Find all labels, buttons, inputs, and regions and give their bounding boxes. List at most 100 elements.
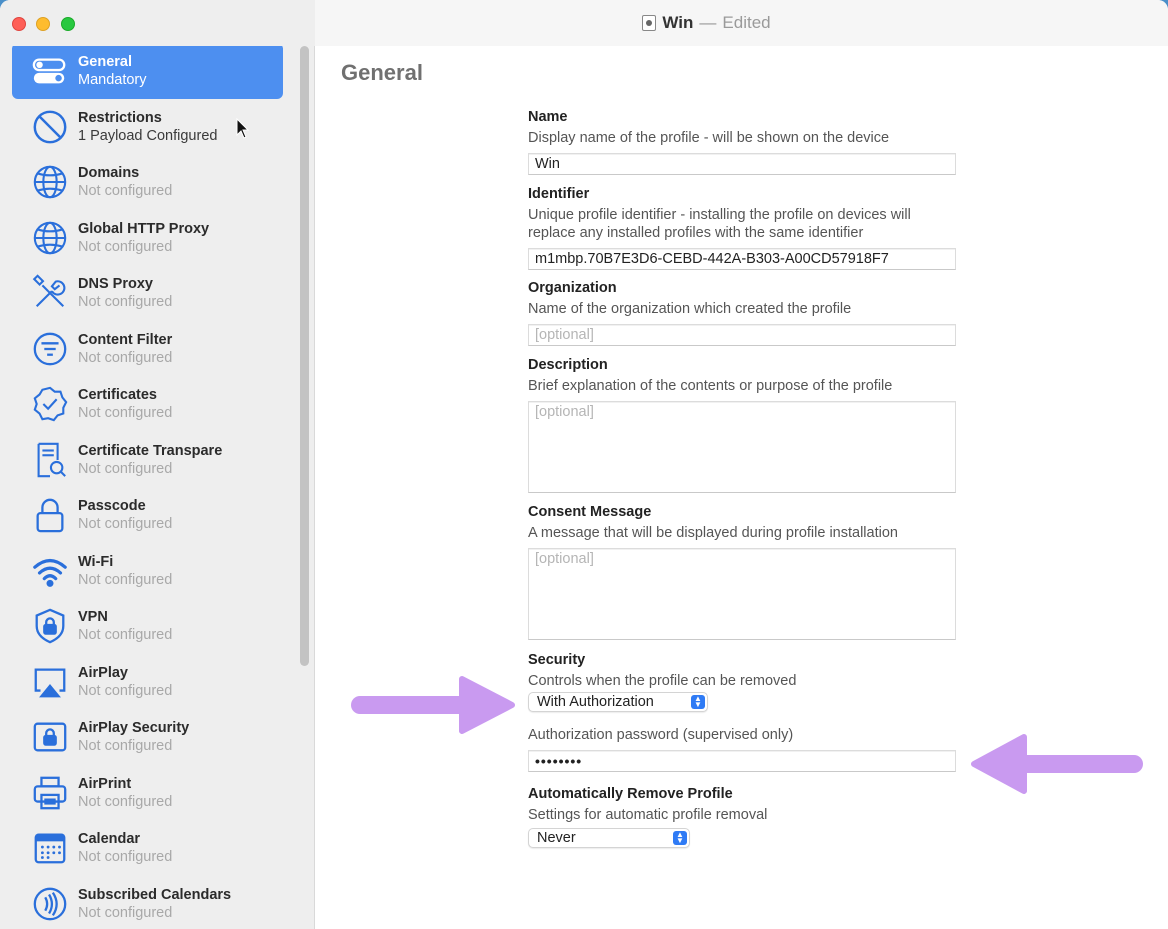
sidebar-item-title: DNS Proxy [78,276,153,292]
chevron-updown-icon: ▲ ▼ [673,831,687,845]
tools-icon [30,273,70,313]
sidebar-item-status: Not configured [78,683,173,699]
sidebar-item-passcode[interactable]: Passcode Not configured [12,487,283,543]
sidebar-item-status: Not configured [78,572,173,588]
document-search-icon [30,440,70,480]
identifier-field[interactable]: m1mbp.70B7E3D6-CEBD-442A-B303-A00CD57918… [528,248,956,270]
organization-label: Organization [528,280,617,296]
sidebar-item-title: AirPlay Security [78,720,190,736]
sidebar-item-certificates[interactable]: Certificates Not configured [12,376,283,432]
auto-remove-popup[interactable]: Never ▲ ▼ [528,828,690,848]
consent-message-label: Consent Message [528,504,652,520]
sidebar-item-status: Not configured [78,516,173,532]
sidebar-item-airplay[interactable]: AirPlay Not configured [12,654,283,710]
sidebar-item-calendar[interactable]: Calendar Not configured [12,820,283,876]
authorization-password-label: Authorization password (supervised only) [528,727,794,743]
sidebar-item-title: AirPlay [78,665,128,681]
name-label: Name [528,109,568,125]
identifier-label: Identifier [528,186,590,202]
sidebar-item-title: Certificate Transpare [78,443,223,459]
security-description: Controls when the profile can be removed [528,673,797,689]
sidebar-item-title: Wi-Fi [78,554,114,570]
airplay-lock-icon [30,717,70,757]
sidebar-item-wifi[interactable]: Wi-Fi Not configured [12,543,283,599]
sidebar-item-dns-proxy[interactable]: DNS Proxy Not configured [12,265,283,321]
calendar-icon [30,828,70,868]
sidebar-item-certificate-transparency[interactable]: Certificate Transpare Not configured [12,432,283,488]
profile-editor-window: General Mandatory Restrictions 1 Payload C… [0,0,1168,929]
sidebar-item-status: Not configured [78,183,173,199]
sidebar-item-status: Mandatory [78,72,147,88]
sidebar-item-status: Not configured [78,405,173,421]
lock-icon [30,495,70,535]
sidebar-item-title: Passcode [78,498,146,514]
organization-field[interactable]: [optional] [528,324,956,346]
security-selected-value: With Authorization [537,694,654,710]
sidebar-item-title: Content Filter [78,332,173,348]
page-title: General [341,60,423,85]
subscribed-calendar-icon [30,884,70,924]
sidebar-item-airprint[interactable]: AirPrint Not configured [12,765,283,821]
airplay-icon [30,662,70,702]
sidebar-item-status: Not configured [78,627,173,643]
sidebar-item-title: Calendar [78,831,141,847]
name-description: Display name of the profile - will be sh… [528,130,890,146]
sidebar-item-status: Not configured [78,239,173,255]
sidebar-item-domains[interactable]: Domains Not configured [12,154,283,210]
filter-icon [30,329,70,369]
sidebar-item-content-filter[interactable]: Content Filter Not configured [12,321,283,377]
window-title: Win [662,13,694,32]
sidebar-item-status: Not configured [78,794,173,810]
description-textarea[interactable]: [optional] [528,401,956,493]
toggles-icon [30,51,70,91]
edited-status: Edited [722,13,771,32]
security-popup[interactable]: With Authorization ▲ ▼ [528,692,708,712]
organization-description: Name of the organization which created t… [528,301,852,317]
auto-remove-selected-value: Never [537,830,576,846]
consent-message-description: A message that will be displayed during … [528,525,898,541]
identifier-description-line1: Unique profile identifier - installing t… [528,207,911,223]
sidebar-item-general[interactable]: General Mandatory [12,43,283,99]
close-window-button[interactable] [12,17,26,31]
sidebar-item-vpn[interactable]: VPN Not configured [12,598,283,654]
annotation-arrow-right-icon [351,676,515,734]
name-field[interactable]: Win [528,153,956,175]
sidebar-item-title: AirPrint [78,776,132,792]
sidebar-item-title: Certificates [78,387,157,403]
document-icon [642,15,657,31]
authorization-password-field[interactable]: •••••••• [528,750,956,772]
sidebar-item-status: Not configured [78,461,173,477]
sidebar-item-subscribed-calendars[interactable]: Subscribed Calendars Not configured [12,876,283,929]
shield-lock-icon [30,606,70,646]
sidebar-item-status: Not configured [78,294,173,310]
sidebar-item-airplay-security[interactable]: AirPlay Security Not configured [12,709,283,765]
certificate-badge-icon [30,384,70,424]
minimize-window-button[interactable] [36,17,50,31]
title-bar: Win — Edited [315,0,1168,46]
globe-icon [30,162,70,202]
sidebar-item-title: Subscribed Calendars [78,887,232,903]
wifi-icon [30,551,70,591]
annotation-arrow-left-icon [971,734,1143,794]
prohibited-icon [30,107,70,147]
identifier-description-line2: replace any installed profiles with the … [528,225,864,241]
sidebar-item-global-http-proxy[interactable]: Global HTTP Proxy Not configured [12,210,283,266]
payload-sidebar: General Mandatory Restrictions 1 Payload C… [0,38,315,929]
sidebar-scrollbar[interactable] [300,46,309,666]
title-separator: — [699,13,717,32]
sidebar-item-status: Not configured [78,905,173,921]
sidebar-item-title: Global HTTP Proxy [78,221,210,237]
security-label: Security [528,652,586,668]
sidebar-item-status: Not configured [78,738,173,754]
sidebar-item-status: Not configured [78,849,173,865]
general-settings-pane: General Name Display name of the profile… [316,46,1168,929]
sidebar-item-title: Domains [78,165,140,181]
auto-remove-label: Automatically Remove Profile [528,786,733,802]
mouse-cursor-icon [236,118,250,139]
sidebar-item-title: VPN [78,609,108,625]
description-label: Description [528,357,608,373]
description-description: Brief explanation of the contents or pur… [528,378,893,394]
globe-icon [30,218,70,258]
consent-message-textarea[interactable]: [optional] [528,548,956,640]
zoom-window-button[interactable] [61,17,75,31]
